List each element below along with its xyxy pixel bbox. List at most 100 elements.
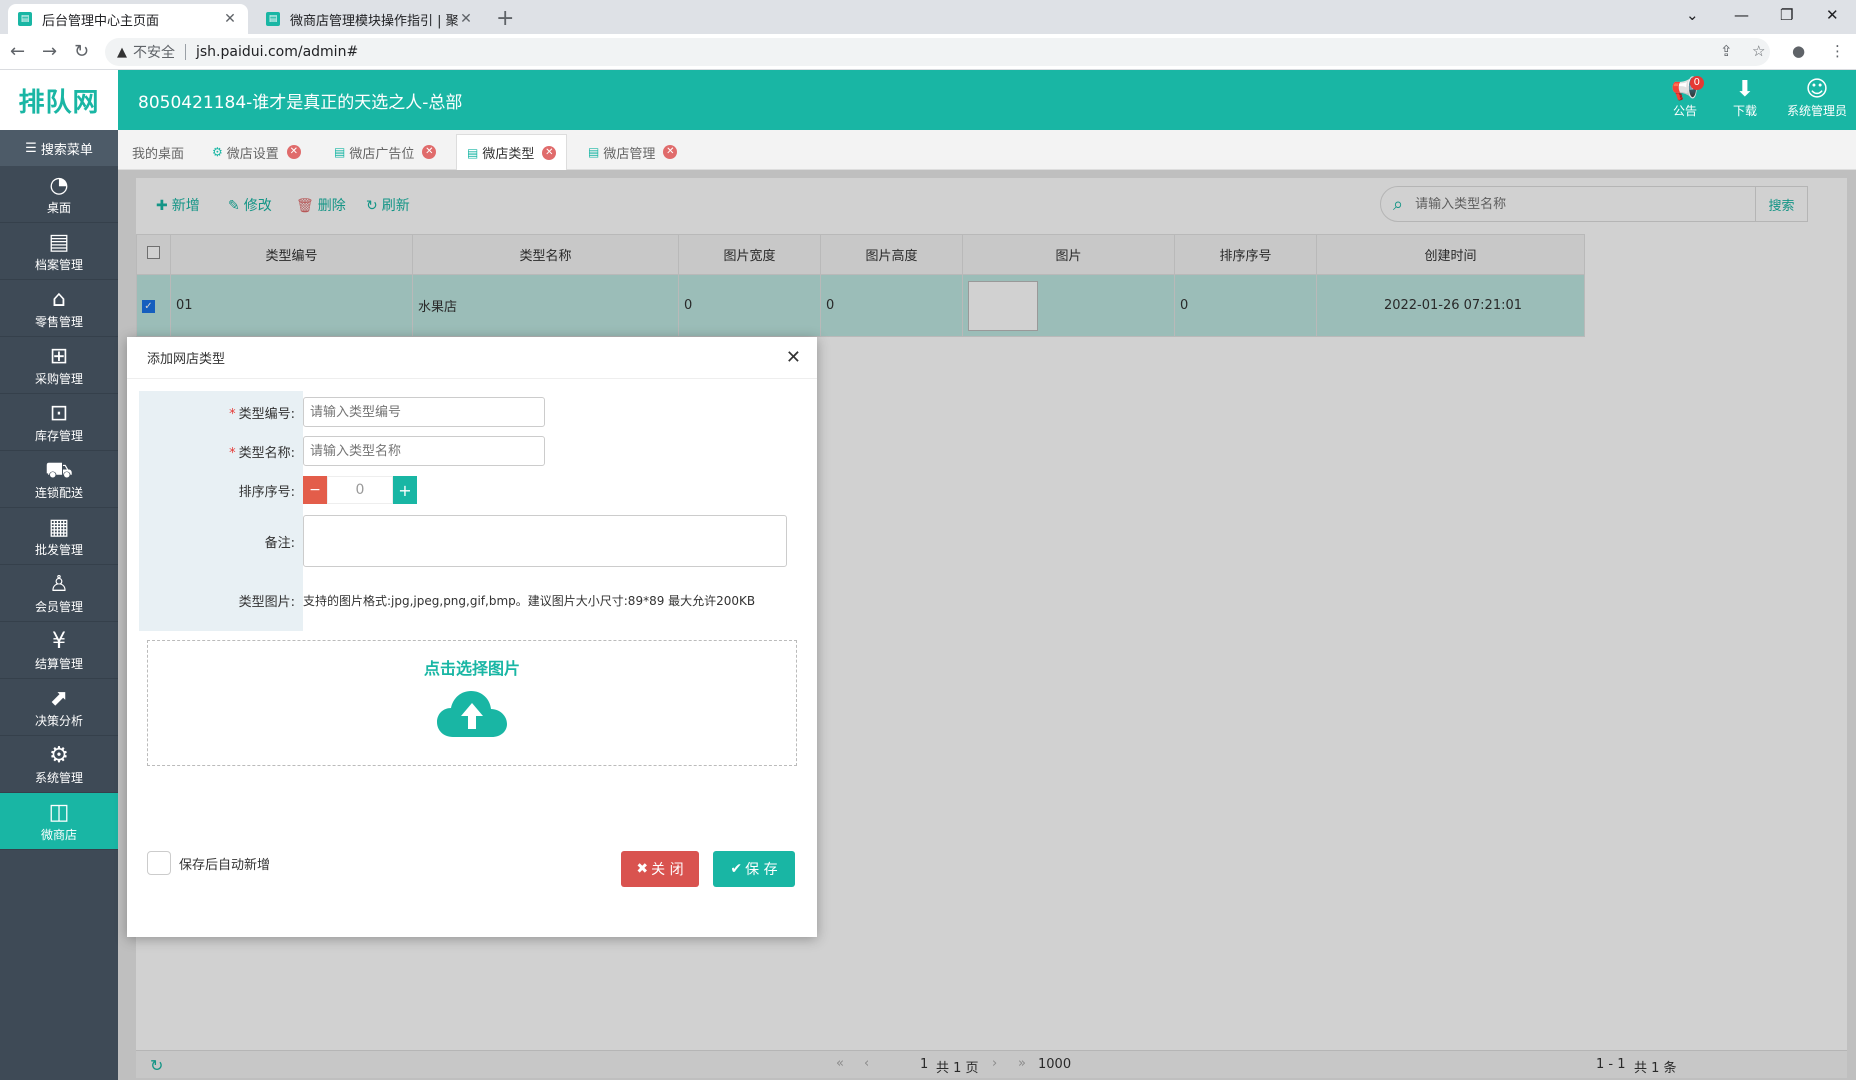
close-icon[interactable]: ✕ bbox=[786, 347, 801, 368]
image-row: 类型图片: 支持的图片格式:jpg,jpeg,png,gif,bmp。建议图片大… bbox=[139, 585, 789, 615]
name-input[interactable] bbox=[303, 436, 545, 466]
browser-tab-active[interactable]: ▤ 后台管理中心主页面 ✕ bbox=[8, 4, 248, 34]
add-type-dialog: 添加网店类型 ✕ *类型编号: *类型名称: 排序序号: − 0 + 备注: 类… bbox=[127, 337, 817, 937]
decrement-button[interactable]: − bbox=[303, 476, 327, 504]
insecure-label: 不安全 bbox=[133, 45, 175, 61]
tab-my-desktop[interactable]: 我的桌面 bbox=[122, 134, 194, 170]
autosave-option[interactable]: 保存后自动新增 bbox=[147, 851, 270, 875]
close-tab-icon[interactable]: ✕ bbox=[222, 11, 238, 27]
sidebar-item-settlement[interactable]: ¥ 结算管理 bbox=[0, 622, 118, 679]
search-list-icon: ☰ bbox=[25, 140, 37, 156]
favicon-icon: ▤ bbox=[266, 12, 280, 26]
sidebar-item-inventory[interactable]: ⊡ 库存管理 bbox=[0, 394, 118, 451]
sidebar-item-analysis[interactable]: ⬈ 决策分析 bbox=[0, 679, 118, 736]
name-row: * 类型名称: bbox=[139, 436, 789, 466]
tab-label: 微店广告位 bbox=[349, 146, 415, 162]
notice-button[interactable]: 📢 0 公告 bbox=[1660, 76, 1710, 119]
tab-search-icon[interactable]: ⌄ bbox=[1686, 6, 1699, 24]
search-menu-button[interactable]: ☰ 搜索菜单 bbox=[0, 130, 118, 166]
code-input[interactable] bbox=[303, 397, 545, 427]
sidebar-item-desktop[interactable]: ◔ 桌面 bbox=[0, 166, 118, 223]
sidebar-item-delivery[interactable]: ⛟ 连锁配送 bbox=[0, 451, 118, 508]
code-row: * 类型编号: bbox=[139, 397, 789, 427]
image-upload-area[interactable]: 点击选择图片 bbox=[147, 640, 797, 766]
search-menu-label: 搜索菜单 bbox=[40, 142, 93, 158]
code-label: 类型编号: bbox=[238, 406, 295, 422]
increment-button[interactable]: + bbox=[393, 476, 417, 504]
close-tab-icon[interactable]: ✕ bbox=[422, 145, 437, 159]
settlement-icon: ¥ bbox=[52, 628, 66, 654]
sidebar-item-retail[interactable]: ⌂ 零售管理 bbox=[0, 280, 118, 337]
download-button[interactable]: ⬇ 下载 bbox=[1720, 78, 1770, 119]
forward-icon[interactable]: → bbox=[42, 41, 57, 62]
reload-icon[interactable]: ↻ bbox=[74, 41, 89, 62]
minimize-icon[interactable]: — bbox=[1734, 6, 1749, 24]
tab-store-types[interactable]: ▤ 微店类型 ✕ bbox=[456, 134, 568, 170]
browser-tab[interactable]: ▤ 微商店管理模块操作指引 | 聚商云 ✕ bbox=[256, 4, 484, 34]
sidebar-item-purchase[interactable]: ⊞ 采购管理 bbox=[0, 337, 118, 394]
close-button-label: 关 闭 bbox=[651, 862, 684, 878]
close-tab-icon[interactable]: ✕ bbox=[458, 11, 474, 27]
new-tab-button[interactable]: + bbox=[496, 6, 514, 31]
app-header: 排队网 8050421184-谁才是真正的天选之人-总部 📢 0 公告 ⬇ 下载… bbox=[0, 70, 1856, 130]
close-button[interactable]: ✖ 关 闭 bbox=[621, 851, 699, 887]
sort-stepper: − 0 + bbox=[303, 476, 417, 504]
sidebar-item-member[interactable]: ♙ 会员管理 bbox=[0, 565, 118, 622]
logo: 排队网 bbox=[0, 70, 118, 130]
sidebar-item-label: 系统管理 bbox=[34, 770, 83, 785]
tab-store-management[interactable]: ▤ 微店管理 ✕ bbox=[578, 134, 687, 170]
restore-icon[interactable]: ❐ bbox=[1780, 6, 1793, 24]
sidebar-item-wholesale[interactable]: ▦ 批发管理 bbox=[0, 508, 118, 565]
address-bar: ← → ↻ ▲ 不安全 jsh.paidui.com/admin# ⇪ ☆ ● … bbox=[0, 34, 1856, 70]
download-label: 下载 bbox=[1732, 104, 1757, 118]
browser-tab-title: 后台管理中心主页面 bbox=[42, 13, 160, 29]
dialog-header: 添加网店类型 ✕ bbox=[127, 337, 817, 379]
profile-icon[interactable]: ● bbox=[1792, 42, 1805, 60]
cart-icon: ⊞ bbox=[49, 343, 69, 369]
bookmark-star-icon[interactable]: ☆ bbox=[1752, 42, 1765, 60]
sort-value[interactable]: 0 bbox=[327, 476, 393, 504]
sidebar-item-system[interactable]: ⚙ 系统管理 bbox=[0, 736, 118, 793]
company-title: 8050421184-谁才是真正的天选之人-总部 bbox=[138, 93, 463, 113]
close-window-icon[interactable]: ✕ bbox=[1826, 6, 1839, 24]
user-label: 系统管理员 bbox=[1786, 104, 1847, 118]
sidebar-item-label: 批发管理 bbox=[34, 542, 83, 557]
tab-store-ads[interactable]: ▤ 微店广告位 ✕ bbox=[324, 134, 446, 170]
notice-badge: 0 bbox=[1689, 76, 1704, 90]
inventory-icon: ⊡ bbox=[49, 400, 69, 426]
close-tab-icon[interactable]: ✕ bbox=[663, 145, 678, 159]
user-menu[interactable]: ☺ 系统管理员 bbox=[1782, 78, 1852, 119]
sort-label: 排序序号: bbox=[238, 484, 295, 500]
sidebar-item-label: 桌面 bbox=[46, 200, 71, 215]
required-mark: * bbox=[229, 445, 236, 461]
save-button[interactable]: ✔ 保 存 bbox=[713, 851, 795, 887]
menu-dots-icon[interactable]: ⋮ bbox=[1830, 42, 1845, 60]
sidebar-item-archive[interactable]: ▤ 档案管理 bbox=[0, 223, 118, 280]
share-icon[interactable]: ⇪ bbox=[1720, 42, 1733, 60]
sidebar-item-label: 零售管理 bbox=[34, 314, 83, 329]
truck-icon: ⛟ bbox=[45, 457, 73, 483]
close-tab-icon[interactable]: ✕ bbox=[542, 145, 557, 160]
omnibox[interactable]: ▲ 不安全 jsh.paidui.com/admin# bbox=[105, 38, 1770, 66]
member-icon: ♙ bbox=[49, 571, 69, 597]
sidebar-item-label: 会员管理 bbox=[34, 599, 83, 614]
tab-label: 微店类型 bbox=[482, 147, 535, 162]
avatar-icon: ☺ bbox=[1805, 77, 1829, 102]
sidebar-item-label: 连锁配送 bbox=[34, 485, 83, 500]
autosave-checkbox[interactable] bbox=[147, 851, 171, 875]
tab-store-settings[interactable]: ⚙ 微店设置 ✕ bbox=[202, 134, 311, 170]
remark-textarea[interactable] bbox=[303, 515, 787, 567]
back-icon[interactable]: ← bbox=[10, 41, 25, 62]
page-tabs: 我的桌面 ⚙ 微店设置 ✕ ▤ 微店广告位 ✕ ▤ 微店类型 ✕ ▤ 微店管理 … bbox=[118, 130, 1856, 170]
chart-icon: ⬈ bbox=[49, 685, 69, 711]
favicon-icon: ▤ bbox=[18, 12, 32, 26]
required-mark: * bbox=[229, 406, 236, 422]
close-tab-icon[interactable]: ✕ bbox=[286, 145, 301, 159]
sidebar-item-label: 微商店 bbox=[40, 827, 77, 842]
code-label-wrap: * 类型编号: bbox=[139, 403, 303, 422]
tab-label: 微店设置 bbox=[226, 146, 279, 162]
check-icon: ✔ bbox=[730, 861, 743, 877]
gear-icon: ⚙ bbox=[49, 742, 69, 768]
url-text[interactable]: jsh.paidui.com/admin# bbox=[196, 44, 358, 60]
sidebar-item-microstore[interactable]: ◫ 微商店 bbox=[0, 793, 118, 850]
